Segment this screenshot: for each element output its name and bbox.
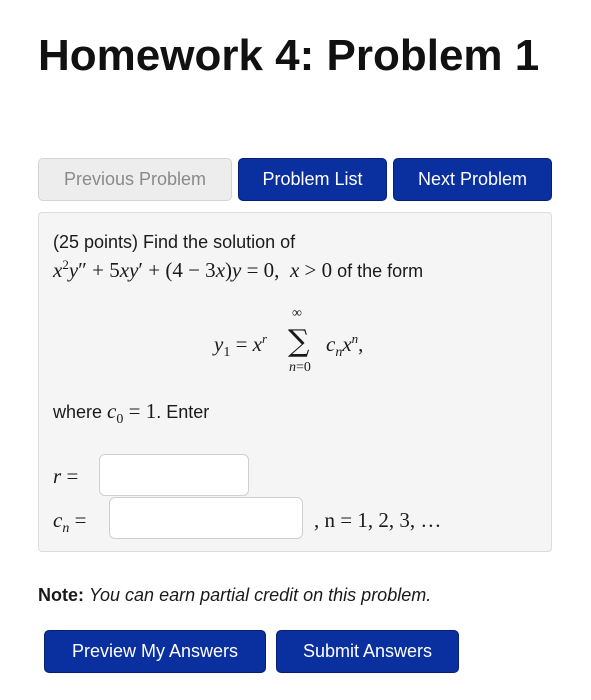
- equation-suffix: of the form: [337, 261, 424, 281]
- where-prefix: where: [53, 402, 103, 422]
- cn-input[interactable]: [109, 497, 303, 539]
- next-problem-button[interactable]: Next Problem: [393, 158, 552, 201]
- cn-label: cn =: [53, 508, 87, 537]
- sum-upper-limit: ∞: [292, 306, 302, 321]
- differential-equation: x2y″ + 5xy′ + (4 − 3x)y = 0, x > 0 of th…: [53, 257, 424, 282]
- preview-answers-button[interactable]: Preview My Answers: [44, 630, 266, 673]
- where-suffix: . Enter: [156, 402, 210, 422]
- partial-credit-note: Note: You can earn partial credit on thi…: [38, 585, 431, 606]
- problem-panel: (25 points) Find the solution of x2y″ + …: [38, 212, 552, 552]
- r-input[interactable]: [99, 454, 249, 496]
- page-title: Homework 4: Problem 1: [38, 31, 540, 80]
- sum-lower-limit: n=0: [289, 360, 311, 375]
- r-label: r =: [53, 464, 79, 488]
- series-lhs: y1 = xr: [214, 331, 268, 361]
- problem-list-button[interactable]: Problem List: [238, 158, 387, 201]
- sigma-symbol: ∑: [288, 324, 310, 359]
- where-line: where c0 = 1. Enter: [53, 399, 210, 428]
- problem-intro: (25 points) Find the solution of: [53, 232, 296, 252]
- note-label: Note:: [38, 585, 84, 605]
- submit-answers-button[interactable]: Submit Answers: [276, 630, 459, 673]
- note-text: You can earn partial credit on this prob…: [89, 585, 432, 605]
- cn-range: , n = 1, 2, 3, …: [314, 508, 442, 532]
- series-term: cnxn,: [326, 331, 364, 361]
- previous-problem-button[interactable]: Previous Problem: [38, 158, 232, 201]
